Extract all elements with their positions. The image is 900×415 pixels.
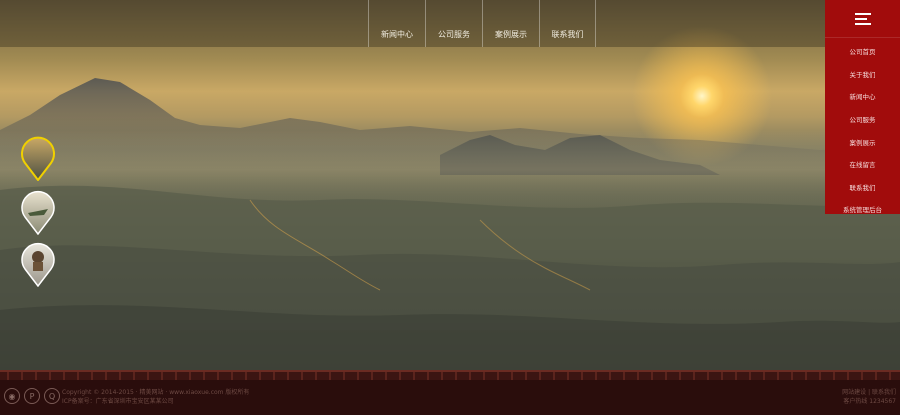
nav-item-contact[interactable]: 联系我们 — [539, 0, 596, 47]
side-item-cases[interactable]: 案例展示 — [825, 130, 900, 153]
pinterest-icon[interactable]: P — [24, 388, 40, 404]
footer-right-links: 网站建设 | 联系我们 客户热线 1234567 — [842, 389, 896, 405]
weibo-icon[interactable]: ◉ — [4, 388, 20, 404]
side-item-contact[interactable]: 联系我们 — [825, 176, 900, 199]
landscape-illustration — [0, 78, 900, 380]
nav-item-cases[interactable]: 案例展示 — [482, 0, 539, 47]
side-item-services[interactable]: 公司服务 — [825, 108, 900, 131]
slide-thumb-figure[interactable] — [20, 239, 55, 288]
side-menu: 公司首页 关于我们 新闻中心 公司服务 案例展示 在线留言 联系我们 系统管理后… — [825, 0, 900, 214]
footer-decorative-border — [0, 370, 900, 380]
side-item-message[interactable]: 在线留言 — [825, 153, 900, 176]
landscape-thumb-pin — [21, 136, 55, 182]
side-item-admin[interactable]: 系统管理后台 — [825, 198, 900, 221]
qq-icon[interactable]: Q — [44, 388, 60, 404]
footer-social-icons: ◉ P Q — [4, 388, 60, 404]
side-item-news[interactable]: 新闻中心 — [825, 85, 900, 108]
nav-item-services[interactable]: 公司服务 — [425, 0, 482, 47]
footer: ◉ P Q Copyright © 2014-2015 · 精美网站 · www… — [0, 370, 900, 415]
hero-background — [0, 0, 900, 415]
figure-thumb-pin — [21, 242, 55, 288]
nav-item-news[interactable]: 新闻中心 — [368, 0, 425, 47]
main-nav: 新闻中心 公司服务 案例展示 联系我们 — [368, 0, 596, 47]
top-navigation-bar: 新闻中心 公司服务 案例展示 联系我们 — [0, 0, 900, 47]
menu-toggle-button[interactable] — [825, 0, 900, 38]
footer-copyright: Copyright © 2014-2015 · 精美网站 · www.xiaox… — [62, 389, 250, 405]
side-item-home[interactable]: 公司首页 — [825, 40, 900, 63]
side-menu-list: 公司首页 关于我们 新闻中心 公司服务 案例展示 在线留言 联系我们 系统管理后… — [825, 38, 900, 221]
slide-thumb-ship[interactable] — [20, 187, 55, 236]
ship-thumb-pin — [21, 190, 55, 236]
hamburger-icon — [854, 12, 871, 25]
side-item-about[interactable]: 关于我们 — [825, 63, 900, 86]
slide-thumb-landscape[interactable] — [20, 133, 55, 182]
